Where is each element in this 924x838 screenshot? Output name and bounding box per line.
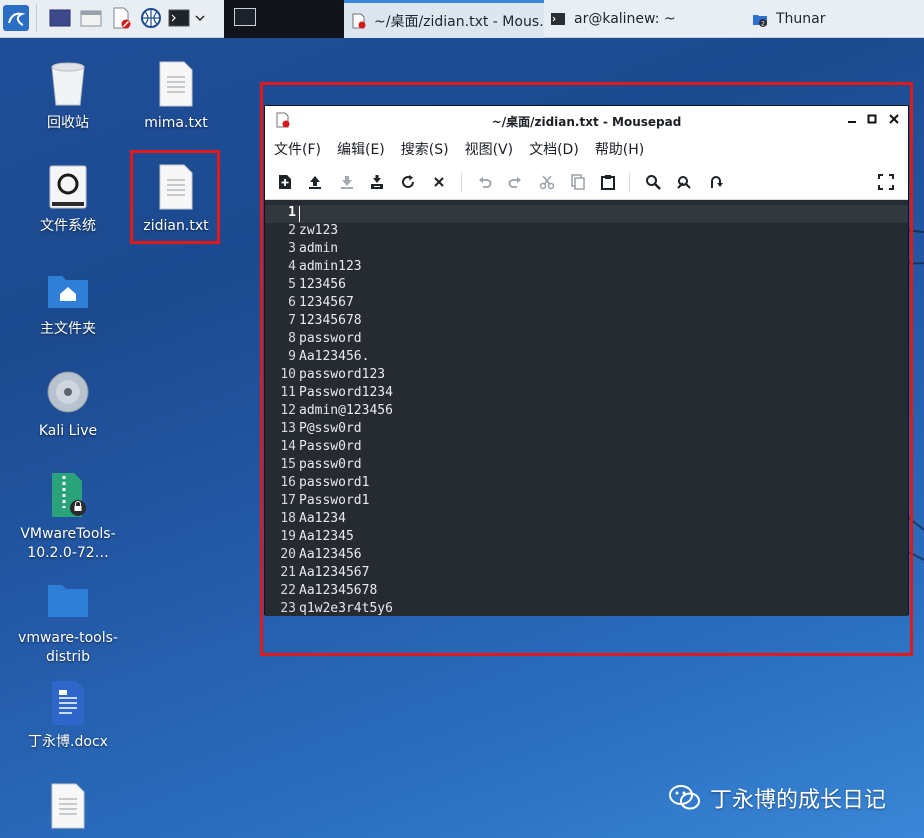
file-manager-icon[interactable]	[78, 5, 104, 31]
desktop-icon-vmwaretools[interactable]: VMwareTools-10.2.0-72…	[18, 471, 118, 563]
document-icon	[44, 679, 92, 727]
folder-icon: 2	[753, 15, 767, 28]
desktop-icon-docx[interactable]: 丁永博.docx	[18, 679, 118, 752]
desktop-icon-label: 回收站	[47, 115, 89, 131]
desktop-icon-textfile[interactable]	[18, 782, 118, 836]
task-terminal[interactable]: ar@kalinew: ~	[544, 0, 744, 38]
desktop-icon-kali-live[interactable]: Kali Live	[18, 368, 118, 441]
window-highlight-box	[260, 82, 913, 656]
text-editor-launcher-icon[interactable]	[108, 5, 134, 31]
mousepad-icon	[352, 13, 366, 28]
archive-icon	[44, 471, 92, 519]
desktop-icon-trash[interactable]: 回收站	[18, 60, 118, 133]
zidian-highlight-box	[130, 150, 220, 244]
desktop-icon-label: vmware-tools-distrib	[18, 630, 118, 665]
workspace-switcher-icon[interactable]	[47, 5, 73, 31]
desktop-icon-label: 文件系统	[40, 218, 96, 234]
terminal-icon	[551, 13, 565, 25]
task-badge: 2	[761, 21, 765, 28]
task-label: ar@kalinew: ~	[574, 11, 676, 27]
top-panel: ~/桌面/zidian.txt - Mous… ar@kalinew: ~ 2 …	[0, 0, 924, 38]
task-mousepad[interactable]: ~/桌面/zidian.txt - Mous…	[344, 0, 544, 38]
folder-icon	[44, 575, 92, 623]
text-file-icon	[152, 60, 200, 108]
desktop-icon-filesystem[interactable]: 文件系统	[18, 163, 118, 236]
desktop-icon-label: Kali Live	[38, 423, 98, 439]
task-thunar[interactable]: 2 Thunar	[746, 0, 924, 38]
wechat-icon	[669, 785, 700, 810]
kali-menu-icon[interactable]	[3, 5, 29, 31]
task-label: Thunar	[776, 11, 826, 27]
trash-icon	[44, 60, 92, 108]
task-label: ~/桌面/zidian.txt - Mous…	[374, 13, 544, 30]
watermark: 丁永博的成长日记	[668, 782, 886, 814]
terminal-launcher-icon[interactable]	[166, 5, 192, 31]
text-file-icon	[44, 782, 92, 830]
drive-icon	[44, 163, 92, 211]
desktop-icon-home[interactable]: 主文件夹	[18, 266, 118, 339]
workspace-window-thumbnail	[234, 8, 256, 26]
desktop-icon-vmware-tools-distrib[interactable]: vmware-tools-distrib	[18, 575, 118, 667]
chevron-down-icon[interactable]	[192, 5, 208, 31]
desktop-icon-label: VMwareTools-10.2.0-72…	[20, 526, 116, 561]
desktop-icon-label: mima.txt	[144, 115, 208, 131]
desktop-icon-mima[interactable]: mima.txt	[126, 60, 226, 133]
web-browser-icon[interactable]	[138, 5, 164, 31]
desktop-icon-label: 丁永博.docx	[28, 734, 108, 750]
home-folder-icon	[44, 266, 92, 314]
disc-icon	[44, 368, 92, 416]
desktop-icon-label: 主文件夹	[40, 321, 96, 337]
watermark-text: 丁永博的成长日记	[710, 788, 887, 813]
workspace-preview[interactable]	[224, 0, 344, 38]
